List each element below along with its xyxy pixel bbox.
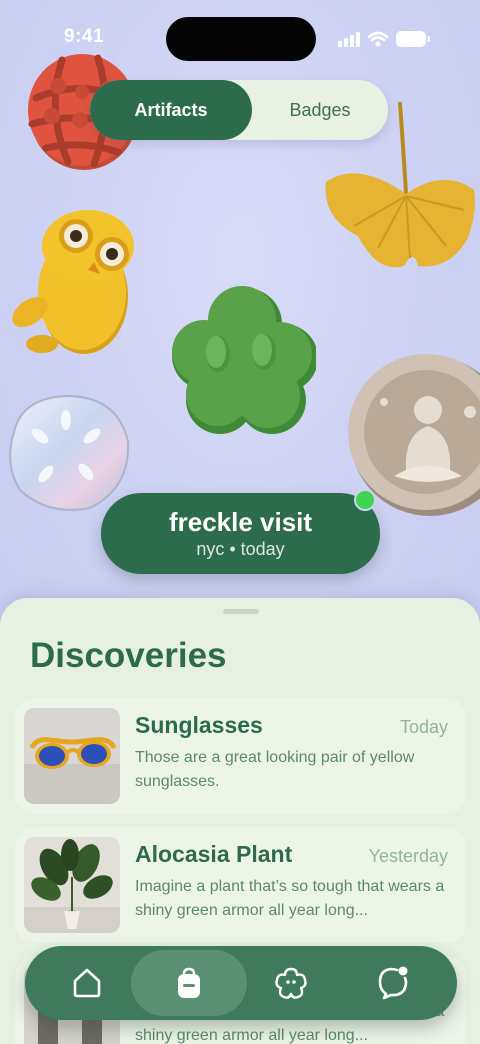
sunglasses-thumbnail — [24, 708, 120, 804]
sand-dollar-icon[interactable] — [2, 392, 132, 514]
home-icon — [73, 968, 101, 998]
dynamic-island — [166, 17, 316, 61]
visit-subtitle: nyc • today — [196, 538, 285, 559]
tab-flower[interactable] — [237, 946, 345, 1020]
visit-pill[interactable]: freckle visit nyc • today — [101, 493, 380, 574]
status-bar: 9:41 — [0, 0, 480, 78]
sheet-grabber[interactable] — [223, 609, 259, 614]
status-icons — [338, 31, 430, 47]
artifacts-badges-toggle: Artifacts Badges — [90, 80, 388, 140]
visit-title: freckle visit — [168, 506, 313, 537]
flower-icon — [275, 967, 307, 999]
tab-home[interactable] — [33, 946, 141, 1020]
chat-icon — [378, 966, 408, 1000]
discovery-description: Imagine a plant that’s so tough that wea… — [135, 878, 445, 919]
tab-artifacts[interactable]: Artifacts — [90, 80, 252, 140]
tab-bar — [25, 946, 457, 1020]
signal-icon — [338, 32, 360, 47]
owl-clay-icon[interactable] — [2, 204, 142, 364]
discovery-card[interactable]: Sunglasses Today Those are a great looki… — [15, 698, 466, 814]
discovery-description: Those are a great looking pair of yellow… — [135, 749, 415, 790]
live-indicator — [354, 489, 376, 511]
tab-badges[interactable]: Badges — [252, 80, 388, 140]
discovery-title: Sunglasses — [135, 712, 263, 738]
clock: 9:41 — [64, 26, 105, 47]
discovery-title: Alocasia Plant — [135, 841, 293, 867]
flower-clay-icon[interactable] — [170, 284, 316, 436]
wifi-icon — [367, 31, 389, 42]
plant-thumbnail — [24, 837, 120, 933]
tab-backpack[interactable] — [135, 946, 243, 1020]
tab-chat[interactable] — [339, 946, 447, 1020]
backpack-icon — [178, 967, 200, 998]
sheet-title: Discoveries — [30, 636, 227, 675]
discovery-card[interactable]: Alocasia Plant Yesterday Imagine a plant… — [15, 827, 466, 943]
battery-icon — [396, 31, 426, 47]
discovery-date: Yesterday — [368, 846, 448, 866]
discovery-date: Today — [399, 717, 448, 737]
